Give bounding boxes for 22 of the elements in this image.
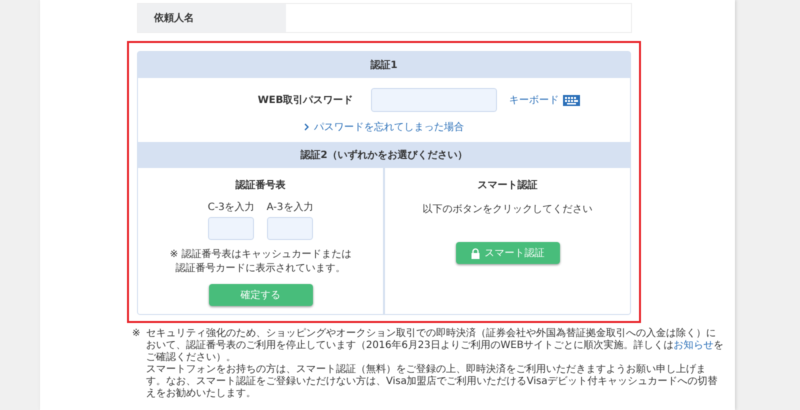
password-label: WEB取引パスワード	[258, 94, 354, 107]
auth2-header: 認証2（いずれかをお選びください）	[138, 142, 630, 168]
code-input-label: C-3を入力	[208, 200, 255, 214]
lock-icon	[470, 248, 480, 258]
chevron-icon	[304, 123, 310, 131]
code-input[interactable]	[208, 217, 254, 240]
number-table-title: 認証番号表	[236, 178, 286, 192]
password-input[interactable]	[371, 88, 498, 112]
code-input-label: A-3を入力	[266, 200, 314, 214]
instruction-text: 以下のボタンをクリックしてください	[422, 202, 592, 216]
requester-label: 依頼人名	[138, 4, 286, 32]
keyboard-link[interactable]: キーボード	[509, 93, 560, 107]
code-input[interactable]	[266, 217, 313, 240]
smart-auth-title: スマート認証	[478, 178, 538, 192]
note-text: 認証番号カードに表示されています。	[176, 262, 346, 276]
notice-text: スマートフォンをお持ちの方は、スマート認証（無料）をご登録の上、即時決済をご利用いただきますようお願い申し上げます。なお、スマート認証をご登録いただけない方は、Visa加盟店でご利用いただけるVisaデビット付キャッシュカードへの切替えをお勧めいたします。	[145, 364, 718, 400]
keyboard-icon[interactable]	[563, 94, 580, 106]
note-text: ※ 認証番号表はキャッシュカードまたは	[170, 248, 352, 262]
forgot-password-link[interactable]: パスワードを忘れてしまった場合	[304, 120, 464, 134]
notice-text: ※ セキュリティ強化のため、ショッピングやオークション取引での即時決済（証券会社や外国為替証拠金取引への入金は除く）において、認証番号表のご利用を停止しています（2016年6月23日よりご利用のWEBサイトごとに順次実施。詳しくはお知らせをご確認ください）。	[132, 328, 725, 364]
notice-link[interactable]: お知らせ	[674, 340, 714, 351]
auth1-header: 認証1	[138, 52, 630, 78]
